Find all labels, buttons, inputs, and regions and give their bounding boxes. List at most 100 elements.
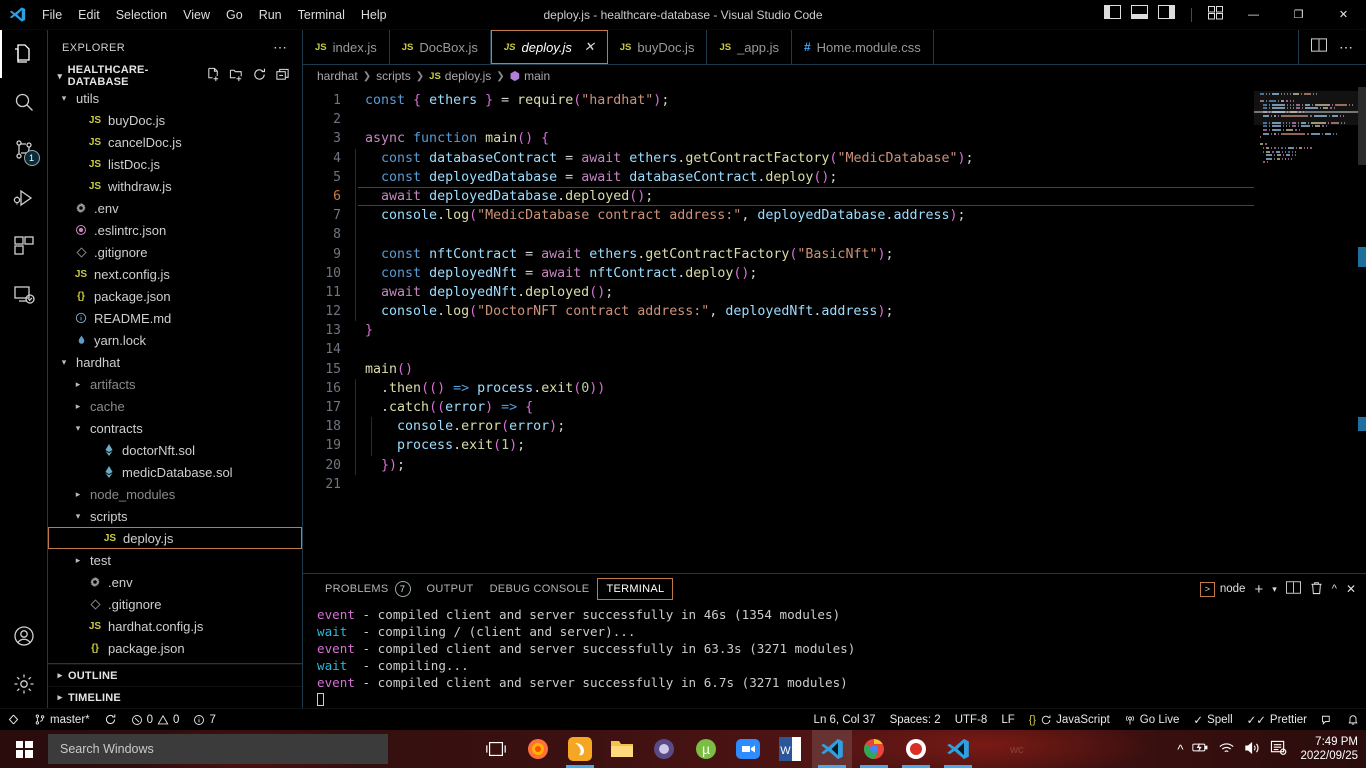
status-sync[interactable]: [97, 709, 124, 731]
taskbar-app-media-player[interactable]: [644, 730, 684, 768]
toggle-primary-sidebar-icon[interactable]: [1104, 5, 1121, 24]
editor-tab-DocBox.js[interactable]: JS DocBox.js: [390, 30, 491, 64]
panel-tab-debug-console[interactable]: DEBUG CONSOLE: [482, 579, 598, 599]
activity-item-search[interactable]: [0, 78, 48, 126]
taskbar-app-zoom[interactable]: [728, 730, 768, 768]
breadcrumb-item-scripts[interactable]: scripts: [376, 69, 411, 83]
more-actions-icon[interactable]: ⋯: [1339, 39, 1354, 56]
tree-file-.eslintrc.json[interactable]: .eslintrc.json: [48, 219, 302, 241]
new-file-icon[interactable]: [206, 67, 221, 85]
toggle-secondary-sidebar-icon[interactable]: [1158, 5, 1175, 24]
close-panel-icon[interactable]: ✕: [1346, 582, 1356, 596]
activity-item-settings[interactable]: [0, 660, 48, 708]
start-button[interactable]: [0, 730, 48, 768]
tree-folder-artifacts[interactable]: ▸ artifacts: [48, 373, 302, 395]
menu-terminal[interactable]: Terminal: [290, 4, 353, 26]
taskbar-app-firefox[interactable]: [518, 730, 558, 768]
editor-tab-Home.module.css[interactable]: # Home.module.css: [792, 30, 934, 64]
status-go-live[interactable]: Go Live: [1117, 709, 1187, 731]
code-line-1[interactable]: 1 const { ethers } = require("hardhat");: [303, 91, 1254, 110]
code-line-13[interactable]: 13}: [303, 321, 1254, 340]
chevron-down-icon[interactable]: ▾: [56, 93, 72, 104]
chevron-right-icon[interactable]: ▸: [70, 401, 86, 412]
tree-file-listDoc.js[interactable]: JS listDoc.js: [48, 153, 302, 175]
chevron-right-icon[interactable]: ▸: [70, 379, 86, 390]
status-ports[interactable]: 7: [186, 709, 222, 731]
status-remote-indicator[interactable]: [0, 709, 27, 731]
minimap[interactable]: [1254, 87, 1366, 573]
chevron-down-icon[interactable]: ▾: [1272, 584, 1277, 595]
editor-tab-index.js[interactable]: JS index.js: [303, 30, 390, 64]
tree-folder-hardhat[interactable]: ▾ hardhat: [48, 351, 302, 373]
terminal-selector[interactable]: > node: [1199, 581, 1245, 597]
tree-file-.gitignore[interactable]: .gitignore: [48, 241, 302, 263]
file-tree[interactable]: ▾ utils JS buyDoc.js JS cancelDoc.js JS listDoc…: [48, 87, 302, 663]
tree-file-yarn.lock[interactable]: yarn.lock: [48, 329, 302, 351]
tree-file-next.config.js[interactable]: JS next.config.js: [48, 263, 302, 285]
minimize-button[interactable]: —: [1231, 0, 1276, 30]
status-indentation[interactable]: Spaces: 2: [883, 709, 948, 731]
menu-view[interactable]: View: [175, 4, 218, 26]
code-line-7[interactable]: 7 console.log("MedicDatabase contract ad…: [303, 206, 1254, 226]
breadcrumb-item-file[interactable]: JS deploy.js: [429, 69, 491, 83]
sidebar-section-timeline[interactable]: ▸ TIMELINE: [48, 686, 302, 708]
status-cursor-position[interactable]: Ln 6, Col 37: [807, 709, 883, 731]
task-view-button[interactable]: [476, 730, 516, 768]
wifi-icon[interactable]: [1218, 741, 1235, 758]
status-branch[interactable]: master*: [27, 709, 97, 731]
menu-help[interactable]: Help: [353, 4, 395, 26]
scrollbar-thumb[interactable]: [1358, 87, 1366, 165]
taskbar-app-file-explorer[interactable]: [602, 730, 642, 768]
activity-item-remote[interactable]: [0, 270, 48, 318]
close-icon[interactable]: ✕: [584, 39, 595, 55]
maximize-panel-icon[interactable]: ^: [1332, 583, 1337, 595]
new-terminal-icon[interactable]: +: [1254, 581, 1263, 598]
taskbar-app-word[interactable]: W: [770, 730, 810, 768]
code-line-21[interactable]: 21: [303, 475, 1254, 494]
editor-tab-buyDoc.js[interactable]: JS buyDoc.js: [608, 30, 708, 64]
activity-item-explorer[interactable]: [0, 30, 48, 78]
customize-layout-icon[interactable]: [1208, 6, 1223, 23]
activity-item-source-control[interactable]: 1: [0, 126, 48, 174]
taskbar-app-vscode-2[interactable]: [938, 730, 978, 768]
new-folder-icon[interactable]: [229, 67, 244, 85]
editor-scrollbar[interactable]: [1358, 87, 1366, 573]
panel-tab-output[interactable]: OUTPUT: [419, 579, 482, 599]
code-line-5[interactable]: 5 const deployedDatabase = await databas…: [303, 167, 1254, 187]
status-prettier[interactable]: ✓✓ Prettier: [1240, 709, 1314, 731]
taskbar-app-screen-recorder[interactable]: [896, 730, 936, 768]
chevron-down-icon[interactable]: ▾: [70, 511, 86, 522]
panel-tab-problems[interactable]: PROBLEMS 7: [317, 577, 419, 601]
toggle-panel-icon[interactable]: [1131, 5, 1148, 24]
tree-file-.env[interactable]: .env: [48, 571, 302, 593]
tree-file-.env[interactable]: .env: [48, 197, 302, 219]
status-feedback[interactable]: [1314, 709, 1340, 731]
tree-folder-node_modules[interactable]: ▸ node_modules: [48, 483, 302, 505]
code-line-4[interactable]: 4 const databaseContract = await ethers.…: [303, 148, 1254, 168]
code-line-9[interactable]: 9 const nftContract = await ethers.getCo…: [303, 244, 1254, 264]
ellipsis-icon[interactable]: ⋯: [265, 39, 296, 56]
split-terminal-icon[interactable]: [1285, 581, 1301, 597]
code-line-19[interactable]: 19 process.exit(1);: [303, 436, 1254, 456]
code-line-14[interactable]: 14: [303, 340, 1254, 359]
code-content[interactable]: 1 const { ethers } = require("hardhat"); 2…: [303, 87, 1254, 494]
tree-folder-test[interactable]: ▸ test: [48, 549, 302, 571]
tree-file-hardhat.config.js[interactable]: JS hardhat.config.js: [48, 615, 302, 637]
status-spell-checker[interactable]: ✓ Spell: [1186, 709, 1239, 731]
menu-go[interactable]: Go: [218, 4, 251, 26]
code-line-20[interactable]: 20 });: [303, 455, 1254, 475]
tree-folder-scripts[interactable]: ▾ scripts: [48, 505, 302, 527]
tree-file-withdraw.js[interactable]: JS withdraw.js: [48, 175, 302, 197]
clock[interactable]: 7:49 PM 2022/09/25: [1296, 735, 1358, 763]
chevron-right-icon[interactable]: ▸: [70, 555, 86, 566]
minimap-slider[interactable]: [1254, 91, 1358, 125]
collapse-all-icon[interactable]: [275, 67, 290, 85]
code-line-6[interactable]: 6 await deployedDatabase.deployed();: [303, 186, 1254, 207]
menu-selection[interactable]: Selection: [108, 4, 175, 26]
tree-file-doctorNft.sol[interactable]: doctorNft.sol: [48, 439, 302, 461]
panel-tab-terminal[interactable]: TERMINAL: [597, 578, 674, 600]
status-notifications[interactable]: [1340, 709, 1366, 731]
activity-item-run-debug[interactable]: [0, 174, 48, 222]
split-editor-icon[interactable]: [1311, 37, 1327, 57]
volume-icon[interactable]: [1244, 741, 1261, 758]
